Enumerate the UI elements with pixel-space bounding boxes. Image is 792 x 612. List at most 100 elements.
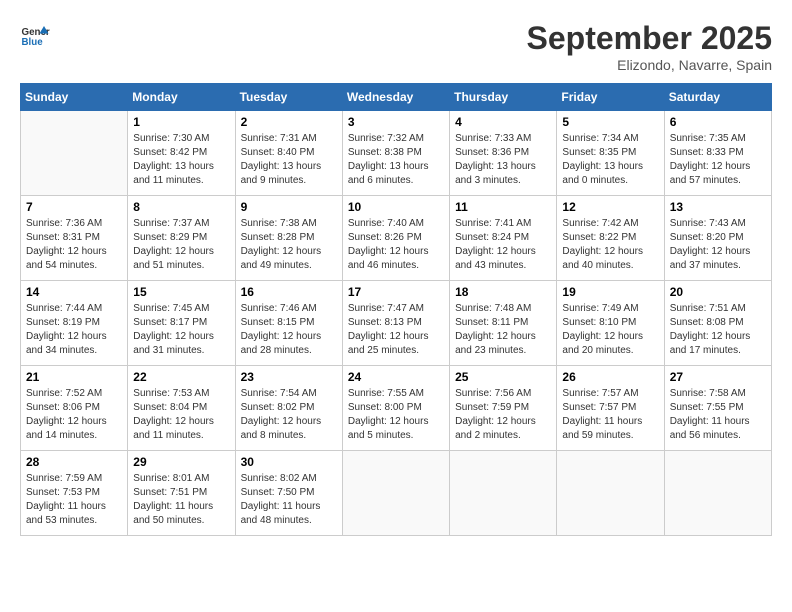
day-number: 1 [133,115,229,129]
logo-icon: General Blue [20,20,50,50]
weekday-header-row: SundayMondayTuesdayWednesdayThursdayFrid… [21,84,772,111]
calendar-cell: 11 Sunrise: 7:41 AMSunset: 8:24 PMDayligh… [450,196,557,281]
day-number: 4 [455,115,551,129]
day-number: 27 [670,370,766,384]
day-number: 7 [26,200,122,214]
day-info: Sunrise: 7:56 AMSunset: 7:59 PMDaylight:… [455,387,551,443]
day-number: 22 [133,370,229,384]
day-number: 24 [348,370,444,384]
calendar-cell: 8Sunrise: 7:37 AMSunset: 8:29 PMDaylight… [128,196,235,281]
day-number: 30 [241,455,337,469]
day-number: 2 [241,115,337,129]
calendar-cell: 9Sunrise: 7:38 AMSunset: 8:28 PMDaylight… [235,196,342,281]
day-info: Sunrise: 7:47 AMSunset: 8:13 PMDaylight:… [348,302,444,358]
calendar-cell: 24 Sunrise: 7:55 AMSunset: 8:00 PMDayligh… [342,366,449,451]
day-info: Sunrise: 7:35 AMSunset: 8:33 PMDaylight:… [670,132,766,188]
weekday-header-tuesday: Tuesday [235,84,342,111]
day-number: 3 [348,115,444,129]
calendar-cell: 29 Sunrise: 8:01 AMSunset: 7:51 PMDayligh… [128,451,235,536]
day-number: 9 [241,200,337,214]
day-info: Sunrise: 7:34 AMSunset: 8:35 PMDaylight:… [562,132,658,188]
calendar-cell: 10 Sunrise: 7:40 AMSunset: 8:26 PMDayligh… [342,196,449,281]
location: Elizondo, Navarre, Spain [527,57,772,73]
title-block: September 2025 Elizondo, Navarre, Spain [527,20,772,73]
calendar-cell: 23 Sunrise: 7:54 AMSunset: 8:02 PMDayligh… [235,366,342,451]
weekday-header-friday: Friday [557,84,664,111]
day-info: Sunrise: 7:30 AMSunset: 8:42 PMDaylight:… [133,132,229,188]
day-number: 13 [670,200,766,214]
calendar-cell: 2 Sunrise: 7:31 AMSunset: 8:40 PMDaylight… [235,111,342,196]
day-number: 23 [241,370,337,384]
calendar-cell: 3 Sunrise: 7:32 AMSunset: 8:38 PMDaylight… [342,111,449,196]
day-number: 14 [26,285,122,299]
day-info: Sunrise: 7:36 AMSunset: 8:31 PMDaylight:… [26,217,122,273]
page-header: General Blue September 2025 Elizondo, Na… [20,20,772,73]
day-number: 8 [133,200,229,214]
day-info: Sunrise: 7:57 AMSunset: 7:57 PMDaylight:… [562,387,658,443]
calendar-table: SundayMondayTuesdayWednesdayThursdayFrid… [20,83,772,536]
calendar-cell: 14 Sunrise: 7:44 AMSunset: 8:19 PMDayligh… [21,281,128,366]
calendar-cell: 17 Sunrise: 7:47 AMSunset: 8:13 PMDayligh… [342,281,449,366]
day-number: 26 [562,370,658,384]
weekday-header-thursday: Thursday [450,84,557,111]
week-row-5: 28 Sunrise: 7:59 AMSunset: 7:53 PMDayligh… [21,451,772,536]
day-info: Sunrise: 7:46 AMSunset: 8:15 PMDaylight:… [241,302,337,358]
calendar-cell: 25 Sunrise: 7:56 AMSunset: 7:59 PMDayligh… [450,366,557,451]
calendar-cell: 7 Sunrise: 7:36 AMSunset: 8:31 PMDaylight… [21,196,128,281]
day-info: Sunrise: 7:51 AMSunset: 8:08 PMDaylight:… [670,302,766,358]
calendar-cell: 28 Sunrise: 7:59 AMSunset: 7:53 PMDayligh… [21,451,128,536]
day-number: 25 [455,370,551,384]
day-number: 16 [241,285,337,299]
day-info: Sunrise: 7:59 AMSunset: 7:53 PMDaylight:… [26,472,122,528]
calendar-cell: 21Sunrise: 7:52 AMSunset: 8:06 PMDayligh… [21,366,128,451]
day-number: 17 [348,285,444,299]
day-info: Sunrise: 7:40 AMSunset: 8:26 PMDaylight:… [348,217,444,273]
month-title: September 2025 [527,20,772,57]
weekday-header-monday: Monday [128,84,235,111]
calendar-cell: 15Sunrise: 7:45 AMSunset: 8:17 PMDayligh… [128,281,235,366]
calendar-cell: 19Sunrise: 7:49 AMSunset: 8:10 PMDayligh… [557,281,664,366]
calendar-cell: 26 Sunrise: 7:57 AMSunset: 7:57 PMDayligh… [557,366,664,451]
day-info: Sunrise: 7:52 AMSunset: 8:06 PMDaylight:… [26,387,122,443]
calendar-cell [664,451,771,536]
day-number: 11 [455,200,551,214]
day-info: Sunrise: 7:44 AMSunset: 8:19 PMDaylight:… [26,302,122,358]
day-info: Sunrise: 7:43 AMSunset: 8:20 PMDaylight:… [670,217,766,273]
week-row-1: 1 Sunrise: 7:30 AMSunset: 8:42 PMDaylight… [21,111,772,196]
week-row-4: 21Sunrise: 7:52 AMSunset: 8:06 PMDayligh… [21,366,772,451]
calendar-cell: 30 Sunrise: 8:02 AMSunset: 7:50 PMDayligh… [235,451,342,536]
day-number: 28 [26,455,122,469]
weekday-header-wednesday: Wednesday [342,84,449,111]
day-info: Sunrise: 7:49 AMSunset: 8:10 PMDaylight:… [562,302,658,358]
day-info: Sunrise: 7:41 AMSunset: 8:24 PMDaylight:… [455,217,551,273]
calendar-cell: 16 Sunrise: 7:46 AMSunset: 8:15 PMDayligh… [235,281,342,366]
week-row-3: 14 Sunrise: 7:44 AMSunset: 8:19 PMDayligh… [21,281,772,366]
day-number: 12 [562,200,658,214]
day-info: Sunrise: 7:55 AMSunset: 8:00 PMDaylight:… [348,387,444,443]
day-info: Sunrise: 7:53 AMSunset: 8:04 PMDaylight:… [133,387,229,443]
calendar-cell: 27Sunrise: 7:58 AMSunset: 7:55 PMDayligh… [664,366,771,451]
day-info: Sunrise: 7:48 AMSunset: 8:11 PMDaylight:… [455,302,551,358]
day-number: 29 [133,455,229,469]
day-info: Sunrise: 8:01 AMSunset: 7:51 PMDaylight:… [133,472,229,528]
day-number: 10 [348,200,444,214]
calendar-cell [21,111,128,196]
calendar-cell: 12Sunrise: 7:42 AMSunset: 8:22 PMDayligh… [557,196,664,281]
calendar-cell: 6 Sunrise: 7:35 AMSunset: 8:33 PMDaylight… [664,111,771,196]
day-number: 5 [562,115,658,129]
week-row-2: 7 Sunrise: 7:36 AMSunset: 8:31 PMDaylight… [21,196,772,281]
calendar-cell: 18Sunrise: 7:48 AMSunset: 8:11 PMDayligh… [450,281,557,366]
day-info: Sunrise: 7:45 AMSunset: 8:17 PMDaylight:… [133,302,229,358]
day-number: 6 [670,115,766,129]
day-number: 20 [670,285,766,299]
day-info: Sunrise: 8:02 AMSunset: 7:50 PMDaylight:… [241,472,337,528]
weekday-header-sunday: Sunday [21,84,128,111]
day-info: Sunrise: 7:31 AMSunset: 8:40 PMDaylight:… [241,132,337,188]
weekday-header-saturday: Saturday [664,84,771,111]
day-info: Sunrise: 7:54 AMSunset: 8:02 PMDaylight:… [241,387,337,443]
calendar-cell: 5 Sunrise: 7:34 AMSunset: 8:35 PMDaylight… [557,111,664,196]
calendar-cell [342,451,449,536]
calendar-cell [557,451,664,536]
day-info: Sunrise: 7:32 AMSunset: 8:38 PMDaylight:… [348,132,444,188]
svg-text:Blue: Blue [22,37,44,48]
